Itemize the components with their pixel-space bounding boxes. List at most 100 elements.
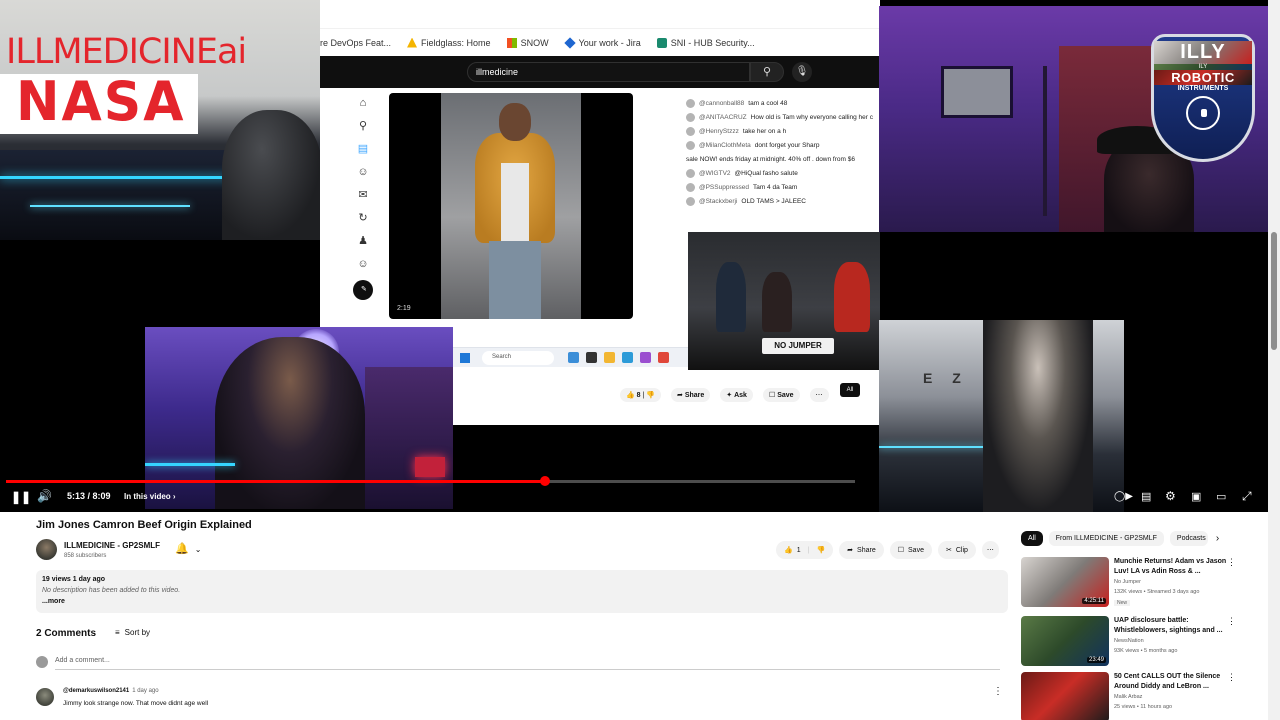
volume-icon[interactable]: 🔊: [37, 489, 52, 503]
save-label: Save: [908, 546, 924, 554]
recommended-channel[interactable]: NewsNation: [1114, 638, 1144, 644]
chat-message: sale NOW! ends friday at midnight. 40% o…: [686, 152, 880, 166]
windows-icon: [460, 353, 470, 363]
bookmark-icon: [506, 37, 517, 48]
more-actions-button[interactable]: ⋯: [981, 541, 999, 559]
avatar: [686, 98, 695, 108]
thumbs-down-icon[interactable]: 👎: [816, 546, 825, 554]
recommended-video[interactable]: 50 Cent CALLS OUT the Silence Around Did…: [1021, 672, 1261, 720]
taskbar-search: Search: [482, 351, 554, 365]
comment-author[interactable]: @demarkuswilson2141 1 day ago: [63, 688, 159, 694]
chip-from-channel[interactable]: From ILLMEDICINE - GP2SMLF: [1048, 531, 1164, 546]
channel-name[interactable]: ILLMEDICINE - GP2SMLF: [64, 541, 160, 550]
chapter-button[interactable]: In this video ›: [124, 492, 176, 501]
recommended-video[interactable]: 4:25:11 Munchie Returns! Adam vs Jason L…: [1021, 557, 1261, 609]
avatar: [686, 112, 695, 122]
settings-gear-icon[interactable]: ⚙: [1165, 489, 1176, 503]
subscriptions-icon: ▤: [357, 143, 369, 155]
shared-more: ⋯: [809, 388, 829, 402]
chevron-right-icon[interactable]: ›: [1216, 533, 1219, 544]
shared-video-frame: 2:19: [389, 93, 633, 319]
recommended-channel[interactable]: No Jumper: [1114, 579, 1141, 585]
chat-message: @PSSuppressed Tam 4 da Team: [686, 180, 880, 194]
pause-icon[interactable]: ❚❚: [11, 490, 31, 504]
recommended-video[interactable]: 23:49 UAP disclosure battle: Whistleblow…: [1021, 616, 1261, 668]
comment-avatar[interactable]: [36, 688, 54, 706]
like-button[interactable]: 👍 1 | 👎: [776, 541, 834, 559]
page-scrollbar[interactable]: [1268, 0, 1280, 720]
clip-button[interactable]: ✂ Clip: [937, 541, 976, 559]
video-thumbnail[interactable]: 23:49: [1021, 616, 1109, 666]
person-shirt: [501, 163, 529, 243]
progress-bar[interactable]: [6, 476, 855, 486]
like-count: 1: [796, 546, 801, 554]
recommended-title[interactable]: 50 Cent CALLS OUT the Silence Around Did…: [1114, 672, 1232, 692]
recommended-meta: 25 views • 11 hours ago: [1114, 704, 1173, 710]
miniplayer-icon[interactable]: ▣: [1191, 490, 1201, 504]
person-jeans: [489, 241, 541, 319]
studio-shelf: [365, 367, 453, 509]
chip-all[interactable]: All: [1021, 531, 1043, 546]
bookmark-item[interactable]: SNI - HUB Security...: [656, 37, 755, 48]
video-menu-icon[interactable]: ⋮: [1227, 557, 1236, 568]
recommended-title[interactable]: Munchie Returns! Adam vs Jason Luv! LA v…: [1114, 557, 1232, 577]
shared-sidebar: ⌂ ⚲ ▤ ☺ ✉ ↻ ♟ ☺ ✎: [348, 96, 378, 300]
recommendation-chips: All From ILLMEDICINE - GP2SMLF Podcasts …: [1021, 531, 1219, 546]
share-button[interactable]: ➦ Share: [839, 541, 884, 559]
home-icon: ⌂: [359, 97, 367, 109]
chat-author: @Stackxberji: [699, 197, 738, 205]
fullscreen-icon[interactable]: ⤢: [1242, 489, 1252, 503]
bookmark-item[interactable]: Your work - Jira: [563, 36, 641, 49]
chat-text: @HiQual fasho salute: [734, 169, 798, 177]
chat-message: @WIGTV2 @HiQual fasho salute: [686, 166, 880, 180]
bookmark-item[interactable]: SNOW: [506, 37, 549, 48]
illy-robotic-badge: ILLY ILY ROBOTIC INSTRUMENTS: [1151, 34, 1255, 162]
video-duration: 4:25:11: [1082, 598, 1106, 604]
recommended-channel[interactable]: Malik Arbaz: [1114, 694, 1142, 700]
chat-text: dont forget your Sharp: [754, 141, 820, 149]
chat-message: @MilanClothMeta dont forget your Sharp: [686, 138, 880, 152]
view-count-date: 19 views 1 day ago: [42, 576, 106, 583]
app-icon: [658, 352, 669, 363]
video-player[interactable]: ILLMEDICINEai NASA re DevOps Feat... Fie…: [0, 0, 1268, 512]
bookmark-label: Fieldglass: Home: [421, 37, 491, 48]
recommended-title[interactable]: UAP disclosure battle: Whistleblowers, s…: [1114, 616, 1232, 636]
wall-mirror: [941, 66, 1013, 118]
scrollbar-thumb[interactable]: [1271, 232, 1277, 350]
description-box[interactable]: [36, 570, 1008, 613]
current-time: 5:13: [67, 491, 86, 501]
chat-author: @MilanClothMeta: [699, 141, 751, 149]
chat-text: Tam 4 da Team: [752, 183, 798, 191]
save-button[interactable]: ☐ Save: [889, 541, 932, 559]
badge-title: ILLY: [1154, 41, 1252, 64]
robot-core-icon: [1186, 96, 1220, 130]
video-actions: 👍 1 | 👎 ➦ Share ☐ Save ✂ Clip ⋯: [776, 541, 999, 559]
avatar: [686, 126, 695, 136]
autoplay-toggle[interactable]: ◯▶: [1114, 490, 1133, 504]
avatar: [686, 182, 695, 192]
person-icon: ♟: [358, 235, 368, 247]
show-more-link[interactable]: ...more: [42, 598, 65, 605]
recommended-meta: 132K views • Streamed 3 days ago: [1114, 589, 1200, 595]
comment-menu-icon[interactable]: ⋮: [993, 686, 1003, 697]
share-icon: ➦: [847, 547, 854, 554]
comment-author-handle[interactable]: @demarkuswilson2141: [63, 688, 129, 694]
notification-bell-icon[interactable]: 🔔 ⌄: [175, 542, 201, 555]
sort-comments-button[interactable]: ≡ Sort by: [115, 628, 150, 637]
shared-save: ☐ Save: [762, 388, 800, 402]
chip-podcasts[interactable]: Podcasts: [1169, 531, 1208, 546]
subtitles-icon[interactable]: ▤: [1141, 490, 1151, 504]
studio-sign: E Z: [923, 370, 969, 386]
video-thumbnail[interactable]: [1021, 672, 1109, 720]
cast-icon[interactable]: ▭: [1216, 490, 1226, 504]
video-duration: 23:49: [1086, 657, 1106, 663]
channel-avatar[interactable]: [36, 539, 57, 560]
video-menu-icon[interactable]: ⋮: [1227, 616, 1236, 627]
bookmark-item[interactable]: Fieldglass: Home: [407, 37, 491, 48]
video-menu-icon[interactable]: ⋮: [1227, 672, 1236, 683]
bookmark-item[interactable]: re DevOps Feat...: [320, 38, 391, 48]
led-strip: [30, 205, 190, 207]
video-thumbnail[interactable]: 4:25:11: [1021, 557, 1109, 607]
add-comment-input[interactable]: Add a comment...: [55, 656, 1000, 670]
scrubber-handle[interactable]: [539, 476, 550, 486]
